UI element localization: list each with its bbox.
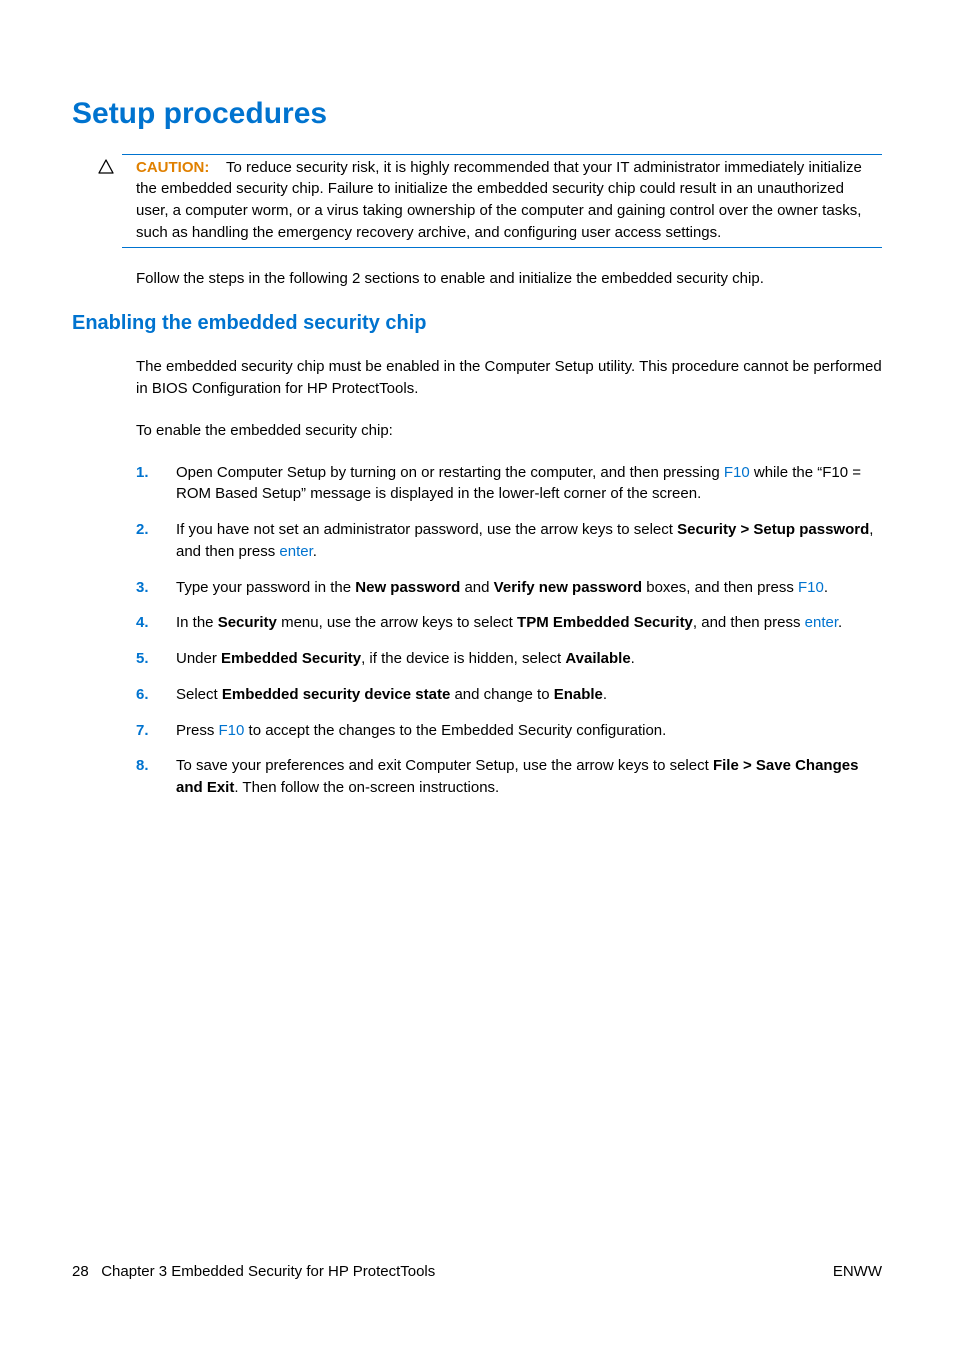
list-number: 5. (136, 648, 176, 670)
list-item: 3. Type your password in the New passwor… (136, 577, 882, 599)
section-para-1: The embedded security chip must be enabl… (136, 356, 882, 400)
list-body: Select Embedded security device state an… (176, 684, 882, 706)
list-item: 4. In the Security menu, use the arrow k… (136, 612, 882, 634)
list-item: 8. To save your preferences and exit Com… (136, 755, 882, 799)
steps-list: 1. Open Computer Setup by turning on or … (136, 462, 882, 799)
intro-paragraph: Follow the steps in the following 2 sect… (136, 268, 882, 290)
footer-left: 28 Chapter 3 Embedded Security for HP Pr… (72, 1261, 435, 1283)
list-body: Under Embedded Security, if the device i… (176, 648, 882, 670)
page-number: 28 (72, 1263, 89, 1280)
list-number: 6. (136, 684, 176, 706)
list-number: 4. (136, 612, 176, 634)
caution-text: CAUTION: To reduce security risk, it is … (122, 157, 882, 244)
footer-right: ENWW (833, 1261, 882, 1283)
list-item: 1. Open Computer Setup by turning on or … (136, 462, 882, 506)
caution-body (214, 159, 227, 176)
page-footer: 28 Chapter 3 Embedded Security for HP Pr… (72, 1261, 882, 1283)
section-para-2: To enable the embedded security chip: (136, 420, 882, 442)
chapter-label: Chapter 3 Embedded Security for HP Prote… (101, 1263, 435, 1280)
list-body: In the Security menu, use the arrow keys… (176, 612, 882, 634)
list-number: 8. (136, 755, 176, 799)
list-item: 7. Press F10 to accept the changes to th… (136, 720, 882, 742)
list-body: Press F10 to accept the changes to the E… (176, 720, 882, 742)
list-body: Type your password in the New password a… (176, 577, 882, 599)
list-body: Open Computer Setup by turning on or res… (176, 462, 882, 506)
caution-box: CAUTION: To reduce security risk, it is … (122, 154, 882, 248)
list-number: 1. (136, 462, 176, 506)
list-number: 2. (136, 519, 176, 563)
section-heading: Enabling the embedded security chip (72, 309, 882, 338)
caution-label: CAUTION: (136, 159, 209, 176)
key-f10: F10 (219, 722, 245, 739)
list-item: 2. If you have not set an administrator … (136, 519, 882, 563)
key-f10: F10 (798, 579, 824, 596)
key-enter: enter (805, 614, 838, 631)
key-f10: F10 (724, 464, 750, 481)
caution-body-text: To reduce security risk, it is highly re… (136, 159, 862, 241)
list-item: 5. Under Embedded Security, if the devic… (136, 648, 882, 670)
page-title: Setup procedures (72, 92, 882, 136)
list-number: 7. (136, 720, 176, 742)
list-body: If you have not set an administrator pas… (176, 519, 882, 563)
list-body: To save your preferences and exit Comput… (176, 755, 882, 799)
key-enter: enter (279, 543, 312, 560)
caution-triangle-icon (98, 159, 114, 175)
list-item: 6. Select Embedded security device state… (136, 684, 882, 706)
list-number: 3. (136, 577, 176, 599)
